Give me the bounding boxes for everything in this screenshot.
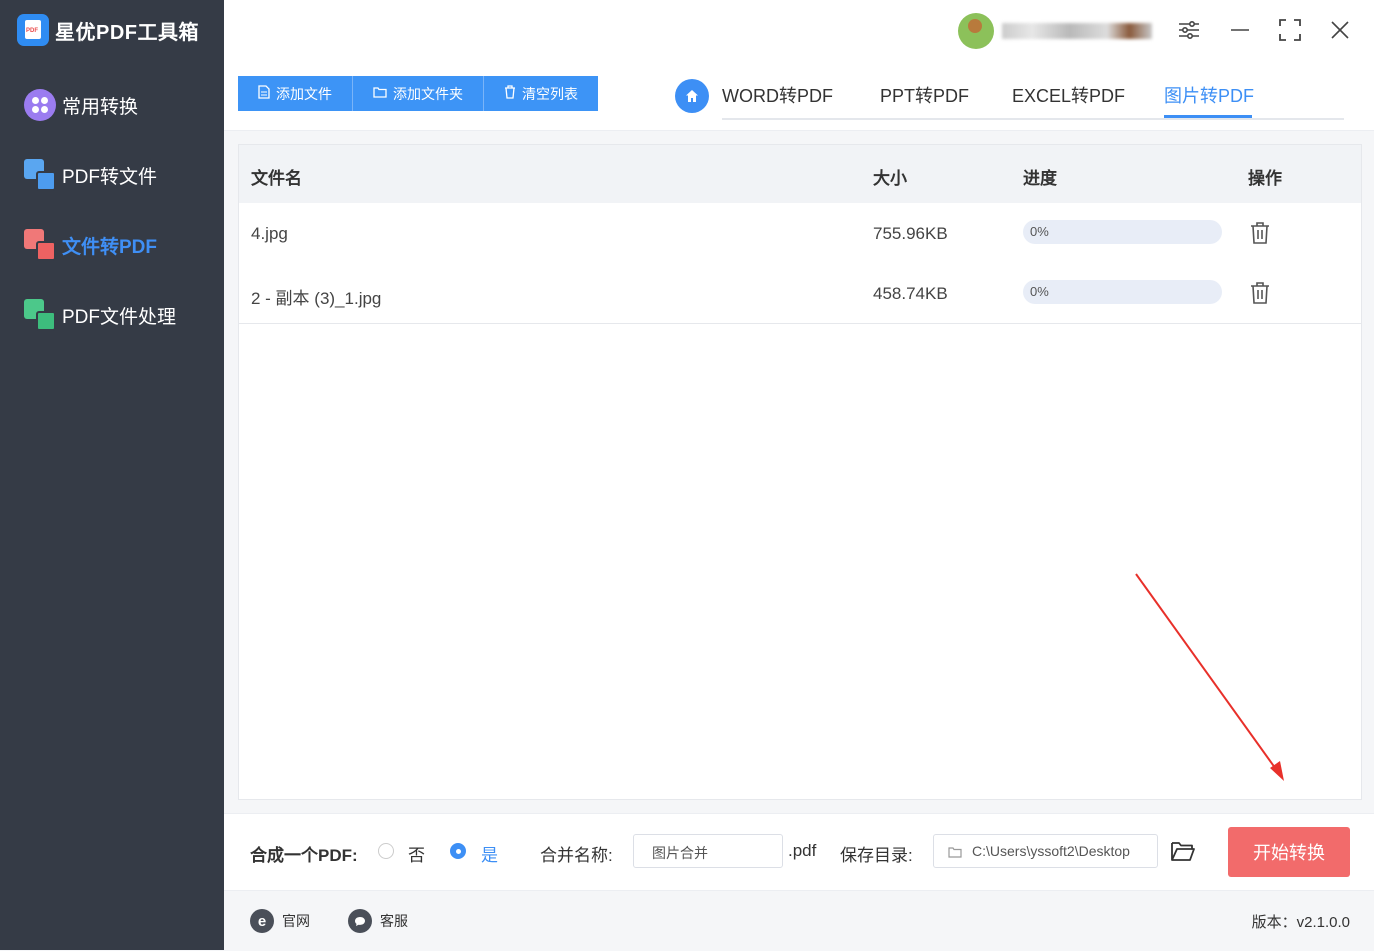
delete-trash-icon[interactable]	[1249, 221, 1271, 245]
avatar[interactable]	[958, 13, 994, 49]
sidebar-item-common-convert[interactable]: 常用转换	[24, 89, 138, 121]
pdf-to-file-icon	[24, 159, 56, 191]
add-folder-button[interactable]: 添加文件夹	[353, 76, 484, 111]
file-toolbar: 添加文件 添加文件夹 清空列表	[238, 76, 598, 111]
merge-name-label: 合并名称:	[540, 846, 613, 865]
website-e-icon: e	[250, 909, 274, 933]
clear-list-button[interactable]: 清空列表	[484, 76, 598, 111]
pdf-processing-icon	[24, 299, 56, 331]
save-dir-value: C:\Users\yssoft2\Desktop	[972, 843, 1130, 859]
customer-service-link[interactable]: 客服	[348, 909, 408, 933]
folder-icon	[373, 86, 387, 101]
bottom-options-bar: 合成一个PDF: 否 是 合并名称: 图片合并 .pdf 保存目录: C:\Us…	[224, 813, 1374, 890]
add-file-label: 添加文件	[276, 85, 332, 102]
maximize-icon[interactable]	[1276, 16, 1304, 44]
user-account[interactable]	[958, 13, 1152, 49]
logo-text: PDF	[26, 28, 38, 34]
sidebar-item-pdf-processing[interactable]: PDF文件处理	[24, 299, 176, 331]
file-icon	[258, 85, 270, 102]
file-to-pdf-icon	[24, 229, 56, 261]
header-action: 操作	[1248, 169, 1282, 188]
progress-label: 0%	[1030, 224, 1049, 239]
merge-name-input[interactable]: 图片合并	[633, 834, 783, 868]
merge-no-radio[interactable]	[378, 843, 394, 859]
sidebar-item-file-to-pdf[interactable]: 文件转PDF	[24, 229, 157, 261]
file-size: 458.74KB	[873, 284, 948, 303]
tab-ppt-to-pdf[interactable]: PPT转PDF	[880, 82, 969, 108]
service-label: 客服	[380, 913, 408, 929]
merge-yes-label[interactable]: 是	[481, 841, 498, 866]
sidebar-item-label: 常用转换	[62, 96, 139, 118]
progress-label: 0%	[1030, 284, 1049, 299]
add-folder-label: 添加文件夹	[393, 85, 463, 102]
save-dir-input[interactable]: C:\Users\yssoft2\Desktop	[933, 834, 1158, 868]
header-filename: 文件名	[251, 169, 302, 188]
settings-sliders-icon[interactable]	[1175, 16, 1203, 44]
header-progress: 进度	[1023, 169, 1057, 188]
pdf-extension-label: .pdf	[788, 841, 817, 860]
save-dir-label: 保存目录:	[840, 846, 913, 865]
merge-pdf-label: 合成一个PDF:	[250, 846, 358, 865]
progress-bar: 0%	[1023, 220, 1222, 244]
sidebar: PDF 星优PDF工具箱 常用转换 PDF转文件 文件转PDF PDF文件处理	[0, 0, 224, 950]
sidebar-item-label: 文件转PDF	[62, 236, 158, 258]
delete-trash-icon[interactable]	[1249, 281, 1271, 305]
home-icon	[686, 90, 698, 102]
table-header: 文件名 大小 进度 操作	[239, 145, 1361, 204]
version-text: 版本：v2.1.0.0	[1251, 914, 1350, 931]
file-size: 755.96KB	[873, 224, 948, 243]
website-link[interactable]: e 官网	[250, 909, 310, 933]
merge-no-label[interactable]: 否	[408, 841, 425, 866]
active-tab-indicator	[1164, 115, 1252, 118]
browse-folder-icon[interactable]	[1170, 840, 1196, 867]
start-convert-button[interactable]: 开始转换	[1228, 827, 1350, 877]
file-name: 4.jpg	[251, 224, 288, 243]
folder-small-icon	[948, 845, 962, 861]
app-logo-icon: PDF	[17, 14, 49, 46]
merge-yes-radio[interactable]	[450, 843, 466, 859]
sidebar-item-label: PDF转文件	[62, 166, 158, 188]
home-button[interactable]	[675, 79, 709, 113]
table-row[interactable]: 2 - 副本 (3)_1.jpg 458.74KB 0%	[239, 263, 1361, 324]
top-bar: 添加文件 添加文件夹 清空列表 WORD转PDF PPT转PDF EXCEL转P…	[224, 0, 1374, 131]
conversion-tabs: WORD转PDF PPT转PDF EXCEL转PDF 图片转PDF	[722, 78, 1344, 120]
clear-list-label: 清空列表	[522, 85, 578, 102]
footer: e 官网 客服 版本：v2.1.0.0	[224, 890, 1374, 951]
close-icon[interactable]	[1326, 16, 1354, 44]
tab-word-to-pdf[interactable]: WORD转PDF	[722, 82, 833, 108]
annotation-arrow-icon	[1135, 573, 1284, 781]
table-row[interactable]: 4.jpg 755.96KB 0%	[239, 203, 1361, 264]
app-brand: PDF 星优PDF工具箱	[17, 14, 199, 46]
trash-icon	[504, 85, 516, 102]
sidebar-item-pdf-to-file[interactable]: PDF转文件	[24, 159, 157, 191]
file-name: 2 - 副本 (3)_1.jpg	[251, 289, 382, 308]
tab-image-to-pdf[interactable]: 图片转PDF	[1164, 82, 1254, 108]
username-redacted	[1002, 23, 1152, 39]
website-label: 官网	[282, 913, 310, 929]
chat-bubble-icon	[348, 909, 372, 933]
add-file-button[interactable]: 添加文件	[238, 76, 353, 111]
sidebar-item-label: PDF文件处理	[62, 306, 177, 328]
header-size: 大小	[873, 169, 907, 188]
tab-excel-to-pdf[interactable]: EXCEL转PDF	[1012, 82, 1125, 108]
grid-apps-icon	[24, 89, 56, 121]
minimize-icon[interactable]	[1226, 16, 1254, 44]
progress-bar: 0%	[1023, 280, 1222, 304]
app-title: 星优PDF工具箱	[55, 21, 199, 44]
